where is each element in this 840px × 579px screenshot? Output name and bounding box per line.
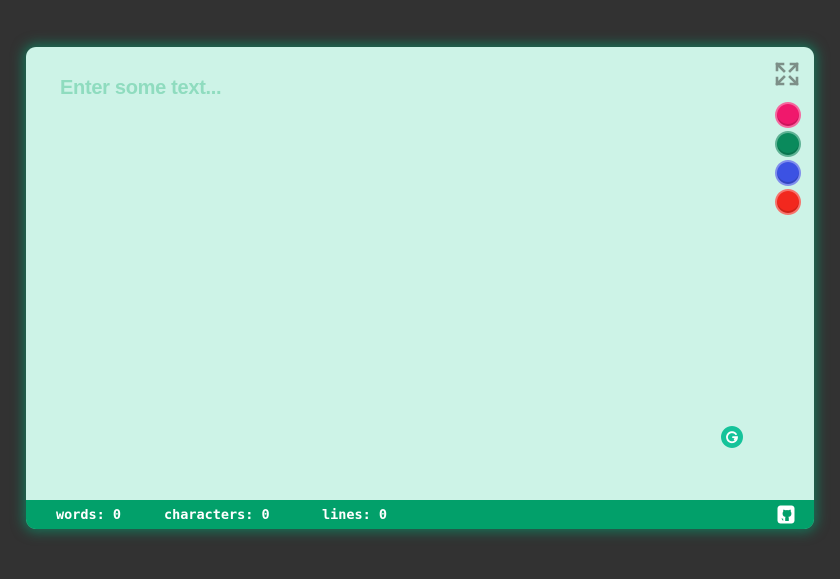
character-count-value: 0	[261, 507, 270, 523]
grammarly-icon	[726, 431, 738, 444]
text-input[interactable]	[60, 77, 720, 457]
color-swatch-green[interactable]	[775, 131, 801, 157]
color-swatch-red[interactable]	[775, 189, 801, 215]
line-count: lines: 0	[322, 507, 387, 523]
grammarly-button[interactable]	[721, 426, 743, 448]
github-icon	[777, 505, 795, 524]
line-count-label: lines:	[322, 507, 371, 523]
word-count-value: 0	[112, 507, 122, 523]
github-link[interactable]	[777, 505, 795, 524]
word-count-label: words:	[56, 507, 105, 523]
line-count-value: 0	[378, 507, 388, 523]
color-swatch-blue[interactable]	[775, 160, 801, 186]
expand-icon	[775, 62, 799, 86]
color-swatch-pink[interactable]	[775, 102, 801, 128]
word-count: words: 0	[56, 507, 121, 523]
status-bar: words: 0 characters: 0 lines: 0	[26, 500, 814, 529]
fullscreen-button[interactable]	[774, 61, 800, 87]
character-count: characters: 0	[164, 507, 270, 523]
editor-panel: words: 0 characters: 0 lines: 0	[26, 47, 814, 529]
character-count-label: characters:	[164, 507, 254, 523]
